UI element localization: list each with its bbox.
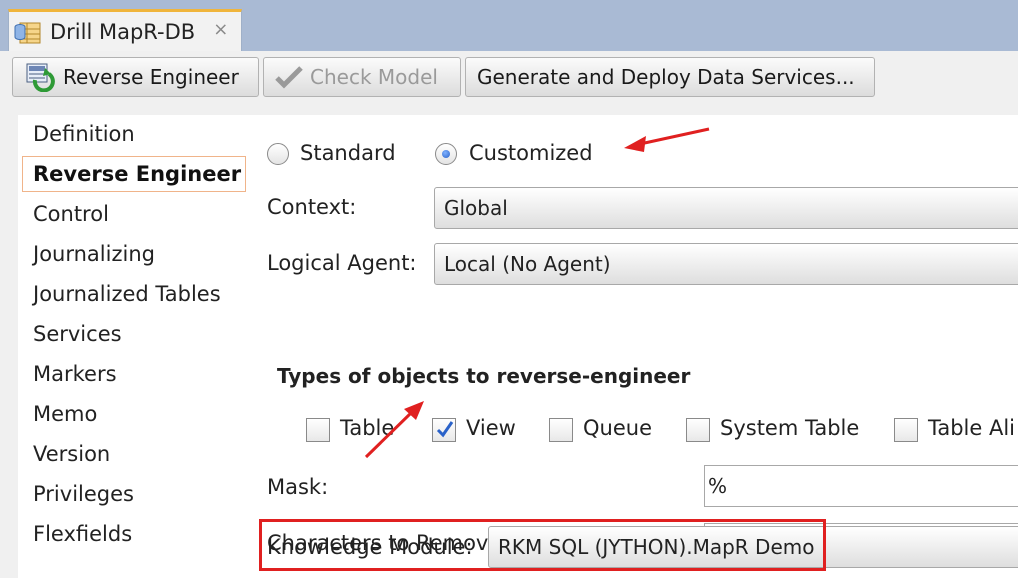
arrow-to-view: [364, 401, 424, 459]
arrow-to-customized: [624, 127, 710, 152]
annotation-arrows: [364, 127, 710, 459]
